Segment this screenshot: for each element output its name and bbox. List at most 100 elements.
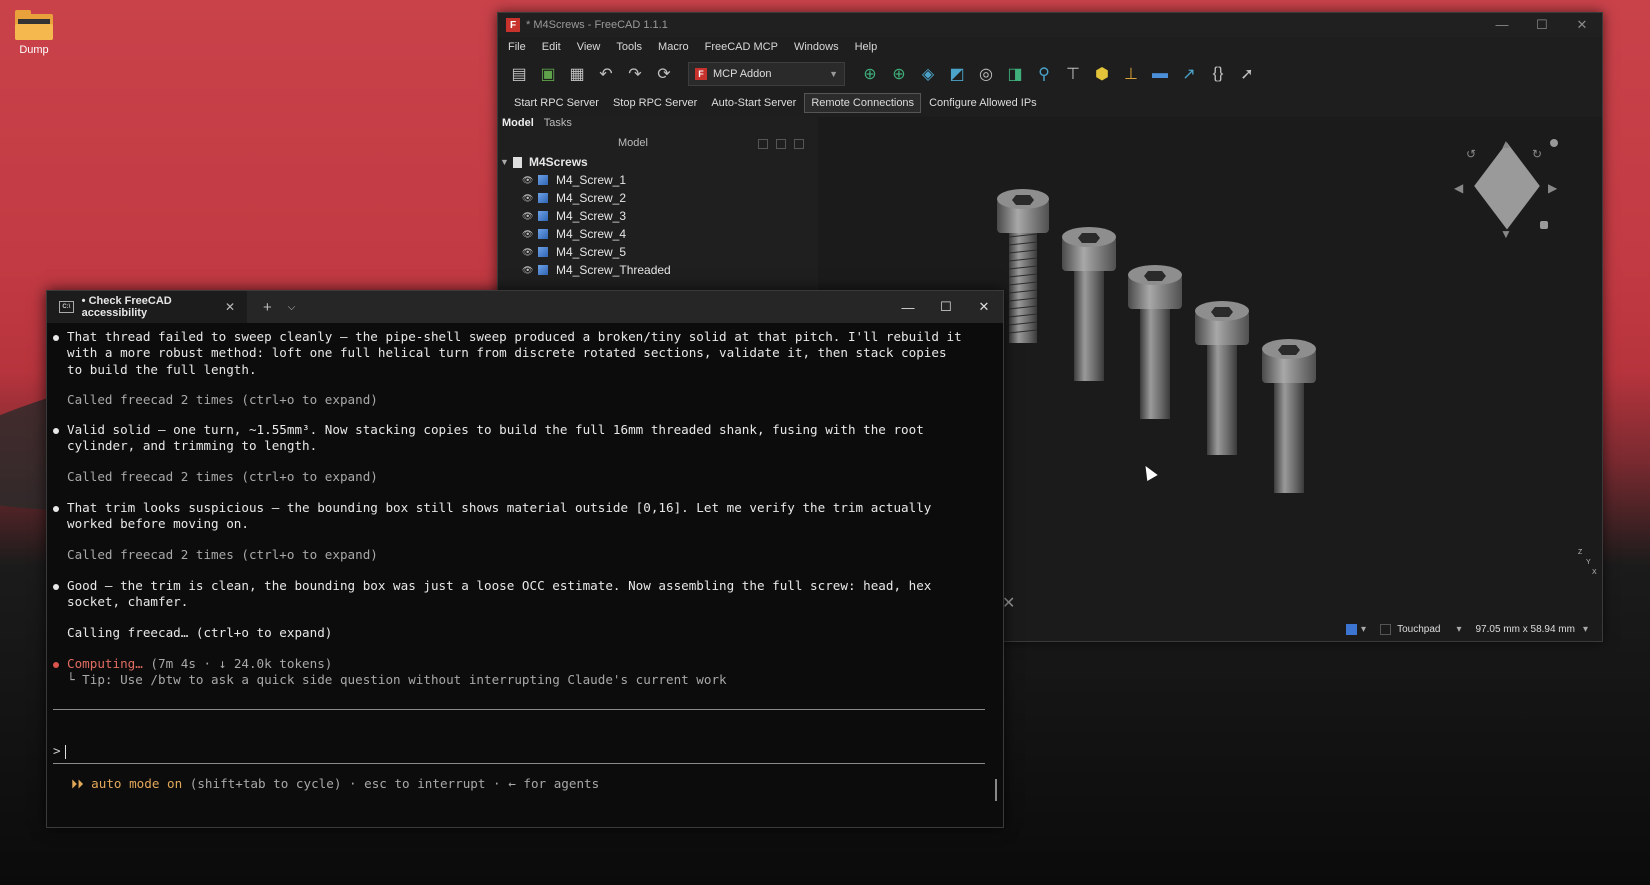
sync-icon[interactable]	[794, 139, 804, 149]
maximize-button[interactable]: ☐	[927, 299, 965, 315]
view-rotate-icon[interactable]: ◩	[946, 63, 968, 85]
auto-mode-indicator[interactable]: ⏵⏵ auto mode on	[71, 776, 182, 791]
screw	[1262, 339, 1316, 493]
link-icon[interactable]: ↗	[1178, 63, 1200, 85]
remote-connections-button[interactable]: Remote Connections	[804, 93, 922, 113]
nav-cube-icon[interactable]	[1474, 142, 1540, 230]
arrow-up-icon[interactable]: ▲	[1500, 137, 1512, 151]
draw-style-icon[interactable]: ◎	[975, 63, 997, 85]
arrow-right-icon[interactable]: ▶	[1548, 181, 1557, 195]
expand-icon[interactable]	[758, 139, 768, 149]
navigation-cube[interactable]: ▲ ▼ ◀ ▶ ↺ ↻	[1452, 137, 1562, 247]
tree-item[interactable]: 👁 M4_Screw_1	[498, 171, 818, 189]
open-document-icon[interactable]: ▣	[537, 63, 559, 85]
folder-icon	[15, 10, 53, 40]
fit-all-icon[interactable]: ⊕	[859, 63, 881, 85]
eye-icon[interactable]: 👁	[522, 229, 533, 240]
screw	[1195, 301, 1249, 455]
chevron-down-icon[interactable]: ▼	[500, 157, 510, 167]
eye-icon[interactable]: 👁	[522, 247, 533, 258]
maximize-button[interactable]: ☐	[1522, 17, 1562, 33]
minimize-button[interactable]: —	[889, 300, 927, 315]
freecad-titlebar: F * M4Screws - FreeCAD 1.1.1 — ☐ ✕	[498, 13, 1602, 37]
rotate-left-icon[interactable]: ↺	[1466, 147, 1476, 161]
start-rpc-server-button[interactable]: Start RPC Server	[508, 94, 605, 112]
tree-item[interactable]: 👁 M4_Screw_Threaded	[498, 261, 818, 279]
tab-model[interactable]: Model	[502, 117, 534, 135]
tree-item[interactable]: 👁 M4_Screw_5	[498, 243, 818, 261]
new-tab-icon[interactable]: +	[263, 299, 272, 316]
undo-icon[interactable]: ↶	[595, 63, 617, 85]
tree-item-label: M4_Screw_4	[556, 227, 627, 241]
eye-icon[interactable]: 👁	[522, 211, 533, 222]
zoom-icon[interactable]: ⚲	[1033, 63, 1055, 85]
desktop-icon-dump[interactable]: Dump	[12, 10, 56, 56]
chevron-down-icon[interactable]: ⌵	[288, 302, 296, 313]
minimize-button[interactable]: —	[1482, 17, 1522, 33]
save-icon[interactable]: ▦	[566, 63, 588, 85]
checkbox-icon[interactable]	[1380, 624, 1392, 635]
new-document-icon[interactable]: ▤	[508, 63, 530, 85]
close-button[interactable]: ✕	[1562, 17, 1602, 33]
menu-file[interactable]: File	[508, 41, 526, 53]
part-cube-icon	[538, 175, 548, 185]
standard-views-icon[interactable]: ◈	[917, 63, 939, 85]
status-detail: (7m 4s · ↓ 24.0k tokens)	[142, 656, 333, 671]
input-prompt[interactable]: >	[53, 743, 66, 759]
workbench-selector[interactable]: F MCP Addon ▼	[688, 62, 845, 86]
tree-item[interactable]: 👁 M4_Screw_3	[498, 207, 818, 225]
chevron-down-icon[interactable]: ▾	[1583, 624, 1588, 635]
navigation-style[interactable]: Touchpad	[1397, 624, 1440, 635]
terminal-output[interactable]: That thread failed to sweep cleanly — th…	[47, 323, 1003, 827]
menu-freecad-mcp[interactable]: FreeCAD MCP	[705, 41, 778, 53]
view-menu-icon[interactable]	[1540, 221, 1548, 229]
terminal-icon: C:\	[59, 301, 74, 313]
rotate-right-icon[interactable]: ↻	[1532, 147, 1542, 161]
chevron-down-icon[interactable]: ▾	[1456, 624, 1461, 635]
menu-macro[interactable]: Macro	[658, 41, 689, 53]
part-icon[interactable]: ⬢	[1091, 63, 1113, 85]
axis-icon[interactable]: ⊥	[1120, 63, 1142, 85]
terminal-tab[interactable]: C:\ • Check FreeCAD accessibility ✕	[47, 291, 247, 323]
tree-item[interactable]: 👁 M4_Screw_4	[498, 225, 818, 243]
braces-icon[interactable]: {}	[1207, 63, 1229, 85]
configure-allowed-ips-button[interactable]: Configure Allowed IPs	[923, 94, 1043, 112]
tool-call-summary: Called freecad 2 times (ctrl+o to expand…	[67, 469, 378, 484]
part-cube-icon	[538, 193, 548, 203]
clipping-icon[interactable]: ◨	[1004, 63, 1026, 85]
part-cube-icon	[538, 229, 548, 239]
scrollbar[interactable]	[995, 779, 997, 801]
menu-windows[interactable]: Windows	[794, 41, 839, 53]
refresh-icon[interactable]: ⟳	[653, 63, 675, 85]
part-cube-icon	[538, 211, 548, 221]
eye-icon[interactable]: 👁	[522, 265, 533, 276]
menu-edit[interactable]: Edit	[542, 41, 561, 53]
close-button[interactable]: ✕	[965, 299, 1003, 315]
arrow-down-icon[interactable]: ▼	[1500, 227, 1512, 241]
tree-item[interactable]: 👁 M4_Screw_2	[498, 189, 818, 207]
measure-icon[interactable]: ⊤	[1062, 63, 1084, 85]
tree-root[interactable]: ▼ M4Screws	[498, 153, 818, 171]
close-tab-icon[interactable]: ✕	[225, 300, 235, 314]
close-icon[interactable]: ✕	[1002, 593, 1015, 613]
part-cube-icon	[538, 265, 548, 275]
whats-this-icon[interactable]: ➚	[1236, 63, 1258, 85]
draw-style-status-icon[interactable]	[1346, 624, 1358, 635]
arrow-left-icon[interactable]: ◀	[1454, 181, 1463, 195]
nav-menu-icon[interactable]	[1550, 139, 1558, 147]
menu-tools[interactable]: Tools	[616, 41, 642, 53]
eye-icon[interactable]: 👁	[522, 175, 533, 186]
folder-icon[interactable]: ▬	[1149, 63, 1171, 85]
menu-view[interactable]: View	[577, 41, 601, 53]
redo-icon[interactable]: ↷	[624, 63, 646, 85]
tab-tasks[interactable]: Tasks	[544, 117, 572, 135]
menu-help[interactable]: Help	[855, 41, 878, 53]
fit-selection-icon[interactable]: ⊕	[888, 63, 910, 85]
terminal-tab-title: • Check FreeCAD accessibility	[81, 295, 172, 319]
auto-start-server-button[interactable]: Auto-Start Server	[705, 94, 802, 112]
axis-cross-icon: Z Y X	[1578, 549, 1597, 576]
collapse-icon[interactable]	[776, 139, 786, 149]
stop-rpc-server-button[interactable]: Stop RPC Server	[607, 94, 703, 112]
eye-icon[interactable]: 👁	[522, 193, 533, 204]
chevron-down-icon[interactable]: ▾	[1361, 624, 1366, 635]
